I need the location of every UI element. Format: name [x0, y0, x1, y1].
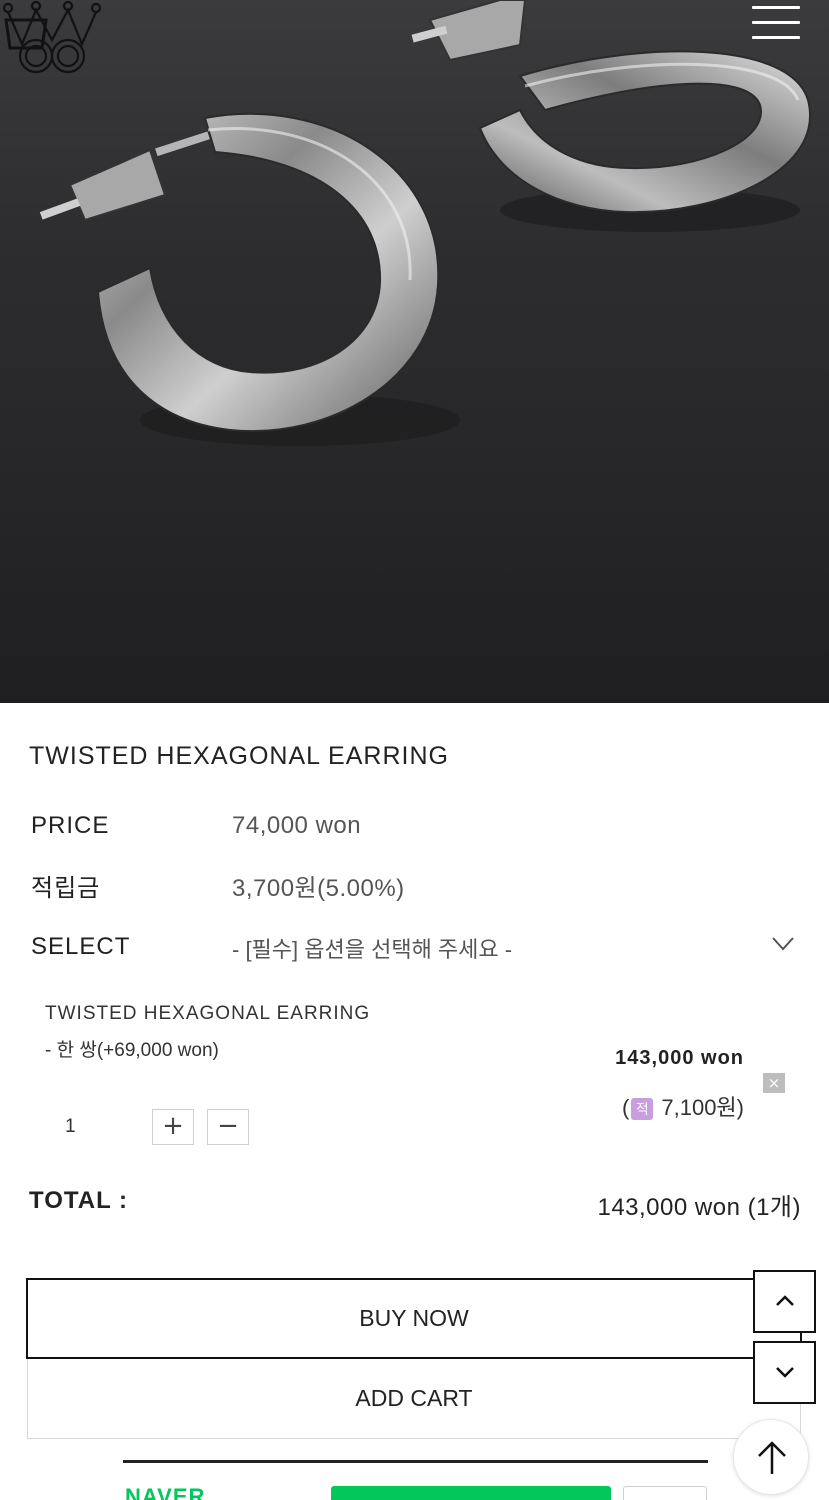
menu-line [752, 6, 800, 9]
quantity-decrease-button[interactable]: − [207, 1109, 249, 1145]
select-label: SELECT [31, 933, 131, 960]
arrow-up-icon [758, 1441, 786, 1474]
silver-hoop-earrings-photo [39, 0, 811, 446]
points-label: 적립금 [31, 875, 101, 902]
points-amount: 7,100원) [655, 1095, 744, 1120]
product-hero-image [0, 0, 829, 703]
selected-option-points: (적 7,100원) [622, 1090, 744, 1122]
naver-logo: NAVER [125, 1484, 206, 1500]
scroll-down-button[interactable] [753, 1341, 816, 1404]
points-value: 3,700원(5.00%) [232, 875, 405, 902]
add-cart-button[interactable]: ADD CART [27, 1359, 801, 1439]
price-label: PRICE [31, 812, 110, 839]
chevron-down-icon [772, 937, 794, 951]
menu-line [752, 21, 800, 24]
points-open-paren: ( [621, 1095, 630, 1120]
back-to-top-button[interactable] [733, 1419, 809, 1495]
naver-pay-button[interactable] [331, 1486, 611, 1500]
shopping-bag-icon[interactable] [0, 0, 52, 52]
naver-wishlist-button[interactable] [623, 1486, 707, 1500]
quantity-value[interactable]: 1 [65, 1116, 76, 1138]
buy-now-button[interactable]: BUY NOW [26, 1278, 802, 1359]
option-select-placeholder: - [필수] 옵션을 선택해 주세요 - [232, 937, 513, 962]
selected-option-name: TWISTED HEXAGONAL EARRING [45, 1003, 371, 1024]
chevron-up-icon [776, 1295, 794, 1306]
quantity-increase-button[interactable]: + [152, 1109, 194, 1145]
price-value: 74,000 won [232, 812, 362, 839]
selected-option-detail: - 한 쌍(+69,000 won) [45, 1040, 219, 1061]
product-title: TWISTED HEXAGONAL EARRING [29, 742, 449, 770]
points-badge-icon: 적 [631, 1098, 654, 1120]
total-label: TOTAL : [29, 1187, 128, 1214]
selected-option-price: 143,000 won [615, 1047, 744, 1069]
total-value: 143,000 won (1개) [597, 1194, 801, 1221]
chevron-down-icon [776, 1367, 794, 1378]
remove-option-button[interactable]: × [763, 1073, 785, 1093]
naver-pay-divider [123, 1460, 708, 1463]
hamburger-menu-icon[interactable] [752, 6, 802, 46]
menu-line [752, 36, 800, 39]
option-select[interactable]: - [필수] 옵션을 선택해 주세요 - [232, 930, 802, 964]
scroll-up-button[interactable] [753, 1270, 816, 1333]
